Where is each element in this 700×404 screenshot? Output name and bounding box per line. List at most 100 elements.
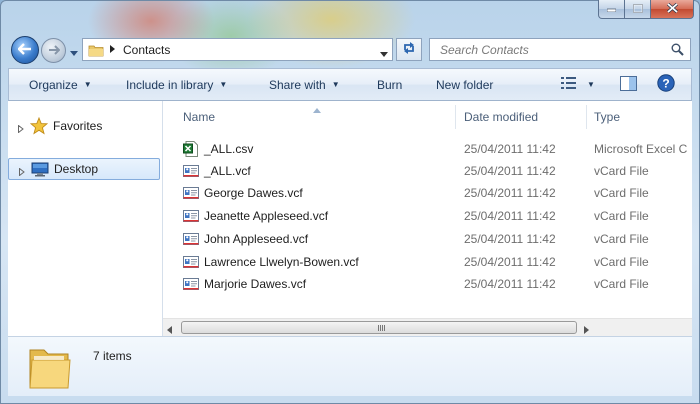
- preview-pane-button[interactable]: [620, 69, 637, 100]
- minimize-button[interactable]: [598, 0, 625, 19]
- help-button[interactable]: ?: [657, 69, 675, 100]
- file-date: 25/04/2011 11:42: [464, 232, 556, 246]
- file-type: vCard File: [594, 186, 649, 200]
- file-list: Name Date modified Type _ALL.csv 25/04/2…: [163, 101, 692, 336]
- command-bar: Organize ▼ Include in library ▼ Share wi…: [8, 68, 692, 101]
- view-options-button[interactable]: ▼: [561, 69, 595, 100]
- file-name: _ALL.vcf: [204, 164, 251, 178]
- column-divider[interactable]: [455, 105, 456, 129]
- file-date: 25/04/2011 11:42: [464, 255, 556, 269]
- arrow-right-icon: [48, 44, 60, 58]
- vcard-file-icon: [183, 276, 199, 292]
- file-name: John Appleseed.vcf: [204, 232, 309, 246]
- address-dropdown-icon[interactable]: [380, 46, 388, 60]
- expand-arrow-icon[interactable]: [18, 122, 26, 134]
- file-date: 25/04/2011 11:42: [464, 209, 556, 223]
- excel-file-icon: [183, 141, 199, 157]
- vcard-file-icon: [183, 208, 199, 224]
- arrow-left-icon: [17, 42, 32, 58]
- forward-button[interactable]: [41, 38, 66, 63]
- caption-buttons: [598, 0, 694, 19]
- maximize-icon: [632, 2, 643, 16]
- column-headers: Name Date modified Type: [163, 101, 692, 133]
- burn-label: Burn: [377, 77, 403, 92]
- maximize-button[interactable]: [625, 0, 651, 19]
- chevron-down-icon: ▼: [83, 80, 92, 89]
- column-header-date[interactable]: Date modified: [464, 101, 538, 133]
- scroll-left-icon[interactable]: [167, 323, 172, 337]
- search-icon[interactable]: [671, 43, 684, 59]
- file-type: vCard File: [594, 209, 649, 223]
- share-with-label: Share with: [269, 77, 326, 92]
- minimize-icon: [606, 3, 617, 15]
- file-row[interactable]: _ALL.vcf 25/04/2011 11:42 vCard File: [177, 160, 692, 182]
- column-divider[interactable]: [586, 105, 587, 129]
- recent-pages-button[interactable]: [70, 46, 78, 56]
- burn-button[interactable]: Burn: [377, 69, 402, 100]
- scroll-right-icon[interactable]: [584, 323, 589, 337]
- preview-pane-icon: [620, 75, 637, 94]
- tree-item-desktop[interactable]: Desktop: [8, 158, 160, 180]
- file-name: Lawrence Llwelyn-Bowen.vcf: [204, 255, 359, 269]
- star-icon: [29, 116, 49, 135]
- chevron-down-icon: ▼: [331, 80, 340, 89]
- vcard-file-icon: [183, 163, 199, 179]
- breadcrumb-chevron-icon[interactable]: [110, 44, 115, 55]
- organize-button[interactable]: Organize ▼: [29, 69, 92, 100]
- file-date: 25/04/2011 11:42: [464, 186, 556, 200]
- desktop-icon: [31, 160, 49, 178]
- file-name: _ALL.csv: [204, 142, 254, 156]
- close-icon: [666, 2, 678, 16]
- back-button[interactable]: [11, 36, 39, 64]
- file-type: vCard File: [594, 164, 649, 178]
- tree-item-label: Favorites: [53, 119, 103, 133]
- tree-item-favorites[interactable]: Favorites: [8, 115, 160, 137]
- search-box: [429, 38, 691, 61]
- address-bar[interactable]: Contacts: [82, 38, 393, 61]
- include-in-library-label: Include in library: [126, 77, 214, 92]
- vcard-file-icon: [183, 254, 199, 270]
- tree-item-label: Desktop: [54, 162, 99, 176]
- chevron-down-icon: ▼: [219, 80, 228, 89]
- file-type: vCard File: [594, 255, 649, 269]
- close-button[interactable]: [651, 0, 694, 19]
- share-with-button[interactable]: Share with ▼: [269, 69, 340, 100]
- file-name: Jeanette Appleseed.vcf: [204, 209, 329, 223]
- refresh-button[interactable]: [396, 38, 422, 61]
- folder-icon: [88, 43, 104, 57]
- include-in-library-button[interactable]: Include in library ▼: [126, 69, 227, 100]
- sort-ascending-icon: [313, 102, 321, 116]
- column-header-type[interactable]: Type: [594, 101, 620, 133]
- file-date: 25/04/2011 11:42: [464, 142, 556, 156]
- new-folder-label: New folder: [436, 77, 494, 92]
- horizontal-scrollbar[interactable]: [163, 318, 692, 336]
- details-pane: 7 items: [8, 336, 692, 396]
- file-name: Marjorie Dawes.vcf: [204, 277, 307, 291]
- view-options-icon: [561, 76, 577, 93]
- item-count: 7 items: [93, 349, 132, 363]
- file-date: 25/04/2011 11:42: [464, 164, 556, 178]
- refresh-icon: [401, 41, 417, 58]
- breadcrumb-contacts[interactable]: Contacts: [123, 43, 170, 57]
- file-row[interactable]: Marjorie Dawes.vcf 25/04/2011 11:42 vCar…: [177, 273, 692, 295]
- file-name: George Dawes.vcf: [204, 186, 303, 200]
- file-row[interactable]: George Dawes.vcf 25/04/2011 11:42 vCard …: [177, 182, 692, 204]
- vcard-file-icon: [183, 231, 199, 247]
- navigation-pane: Favorites Desktop: [8, 101, 163, 336]
- scroll-thumb[interactable]: [181, 321, 577, 334]
- organize-label: Organize: [29, 77, 78, 92]
- file-row[interactable]: _ALL.csv 25/04/2011 11:42 Microsoft Exce…: [177, 138, 692, 160]
- help-icon: ?: [657, 74, 675, 95]
- file-row[interactable]: Jeanette Appleseed.vcf 25/04/2011 11:42 …: [177, 205, 692, 227]
- folder-icon: [28, 344, 72, 393]
- file-row[interactable]: John Appleseed.vcf 25/04/2011 11:42 vCar…: [177, 228, 692, 250]
- file-row[interactable]: Lawrence Llwelyn-Bowen.vcf 25/04/2011 11…: [177, 251, 692, 273]
- search-input[interactable]: [438, 41, 658, 58]
- column-header-name[interactable]: Name: [183, 101, 215, 133]
- file-date: 25/04/2011 11:42: [464, 277, 556, 291]
- svg-text:?: ?: [662, 77, 669, 91]
- chevron-down-icon: [70, 51, 78, 56]
- grip-icon: [378, 325, 385, 331]
- new-folder-button[interactable]: New folder: [436, 69, 493, 100]
- expand-arrow-icon[interactable]: [19, 165, 27, 177]
